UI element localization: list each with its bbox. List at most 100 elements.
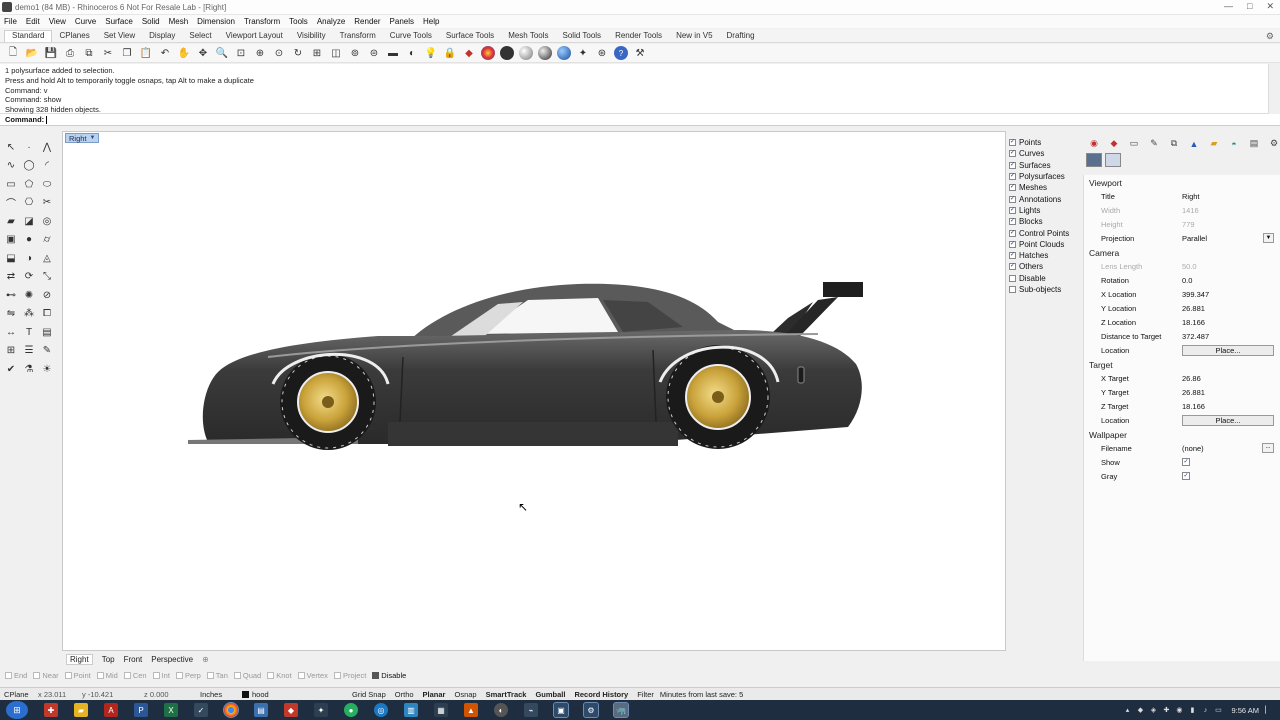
tray-icon[interactable]: ◈	[1149, 706, 1157, 714]
zoom-selected-icon[interactable]: ⊙	[272, 46, 286, 60]
set-view-icon[interactable]: ⊚	[348, 46, 362, 60]
tab-new-in-v5[interactable]: New in V5	[669, 31, 719, 42]
split-icon[interactable]: ⊘	[39, 287, 55, 303]
osnap-near[interactable]: Near	[33, 671, 59, 680]
osnap-end[interactable]: End	[5, 671, 27, 680]
fillet-curve-icon[interactable]: ⌒	[3, 195, 19, 211]
properties-icon[interactable]: ✎	[39, 343, 55, 359]
checkbox[interactable]: ✓	[1009, 252, 1016, 260]
clock[interactable]: 9:56 AM	[1231, 706, 1259, 715]
render-sphere-icon[interactable]	[557, 46, 571, 60]
options-icon[interactable]: ⚒	[633, 46, 647, 60]
taskbar-app10-icon[interactable]: ◐	[494, 703, 508, 717]
target-place-button[interactable]: Place...	[1182, 414, 1274, 426]
taskbar-rhino-icon[interactable]: 🦏	[613, 702, 629, 718]
minimize-button[interactable]: —	[1224, 1, 1233, 12]
taskbar-app7-icon[interactable]: ▥	[404, 703, 418, 717]
taskbar-app4-icon[interactable]: ✦	[314, 703, 328, 717]
new-file-icon[interactable]: 🗋	[6, 46, 20, 60]
checkbox[interactable]: ✓	[1009, 218, 1016, 226]
material-panel-icon[interactable]: ◆	[1108, 138, 1120, 150]
taskbar-app8-icon[interactable]: ▦	[434, 703, 448, 717]
checkbox[interactable]	[5, 671, 12, 679]
ellipse-icon[interactable]: ⬭	[39, 176, 55, 192]
array-icon[interactable]: ⁂	[21, 306, 37, 322]
menu-view[interactable]: View	[49, 17, 66, 26]
lights-panel-icon[interactable]: ▲	[1188, 138, 1200, 150]
sphere-solid-icon[interactable]: ●	[21, 232, 37, 248]
layers-panel-icon[interactable]: ⧉	[1168, 138, 1180, 150]
visibility-item-blocks[interactable]: ✓ Blocks	[1009, 216, 1083, 227]
move-icon[interactable]: ✥	[196, 46, 210, 60]
taskbar-notepad-icon[interactable]: ▤	[254, 703, 268, 717]
tab-mesh-tools[interactable]: Mesh Tools	[501, 31, 555, 42]
zoom-window-icon[interactable]: ⊡	[234, 46, 248, 60]
wireframe-sphere-icon[interactable]	[500, 46, 514, 60]
osnap-knot[interactable]: Knot	[267, 671, 292, 680]
light-bulb-icon[interactable]: 💡	[424, 46, 438, 60]
undo-icon[interactable]: ↶	[158, 46, 172, 60]
help-icon[interactable]: ?	[614, 46, 628, 60]
select-all-icon[interactable]: ▬	[386, 46, 400, 60]
osnap-cen[interactable]: Cen	[123, 671, 147, 680]
folder-panel-icon[interactable]: ▰	[1208, 138, 1220, 150]
projection-select[interactable]: Parallel ▼	[1182, 233, 1274, 244]
gray-checkbox[interactable]: ✓	[1182, 472, 1190, 480]
osnap-int[interactable]: Int	[152, 671, 170, 680]
osnap-quad[interactable]: Quad	[233, 671, 261, 680]
open-file-icon[interactable]: 📂	[25, 46, 39, 60]
checkbox[interactable]	[233, 671, 241, 679]
visibility-item-points[interactable]: ✓ Points	[1009, 137, 1083, 148]
filename-field[interactable]: (none)...	[1182, 443, 1274, 453]
mirror-icon[interactable]: ⇋	[3, 306, 19, 322]
checkbox[interactable]	[64, 671, 72, 679]
visibility-item-others[interactable]: ✓ Others	[1009, 261, 1083, 272]
grid-icon[interactable]: ⊞	[3, 343, 19, 359]
menu-panels[interactable]: Panels	[390, 17, 414, 26]
group-icon[interactable]: ⧠	[39, 306, 55, 322]
osnap-project[interactable]: Project	[333, 671, 366, 680]
checkbox[interactable]: ✓	[1009, 195, 1016, 203]
osnap-mid[interactable]: Mid	[96, 671, 118, 680]
join-icon[interactable]: ⊷	[3, 287, 19, 303]
command-history-scrollbar[interactable]	[1268, 64, 1280, 114]
add-viewport-tab-icon[interactable]: ⊕	[202, 655, 209, 664]
zoom-extents-icon[interactable]: ⊕	[253, 46, 267, 60]
visibility-item-polysurfaces[interactable]: ✓ Polysurfaces	[1009, 171, 1083, 182]
analysis-icon[interactable]: ⊛	[595, 46, 609, 60]
menu-surface[interactable]: Surface	[105, 17, 133, 26]
tab-curve-tools[interactable]: Curve Tools	[383, 31, 439, 42]
planar-toggle[interactable]: Planar	[423, 690, 446, 699]
osnap-toggle[interactable]: Osnap	[454, 690, 476, 699]
smarttrack-toggle[interactable]: SmartTrack	[486, 690, 527, 699]
taskbar-app11-icon[interactable]: ⌁	[524, 703, 538, 717]
taskbar-publisher-icon[interactable]: P	[134, 703, 148, 717]
command-line[interactable]: Command:	[0, 114, 1280, 126]
close-button[interactable]: ✕	[1266, 1, 1274, 12]
filter-toggle[interactable]: Filter	[637, 690, 654, 699]
checkbox[interactable]	[1009, 274, 1016, 282]
tab-viewport-layout[interactable]: Viewport Layout	[219, 31, 290, 42]
rectangle-icon[interactable]: ▭	[3, 176, 19, 192]
taskbar-app9-icon[interactable]: ▲	[464, 703, 478, 717]
x-target-field[interactable]: 26.86	[1182, 374, 1274, 383]
checkbox[interactable]	[123, 671, 131, 679]
tab-surface-tools[interactable]: Surface Tools	[439, 31, 501, 42]
tab-set-view[interactable]: Set View	[97, 31, 142, 42]
tab-render-tools[interactable]: Render Tools	[608, 31, 669, 42]
settings-panel-icon[interactable]: ⚙	[1268, 138, 1280, 150]
trim-icon[interactable]: ✂	[39, 195, 55, 211]
tab-cplanes[interactable]: CPlanes	[52, 31, 96, 42]
dimension-icon[interactable]: ↔	[3, 324, 19, 340]
hatch-icon[interactable]: ▤	[39, 324, 55, 340]
checkbox[interactable]	[1009, 286, 1016, 293]
viewport-right[interactable]: Right ▼ ↖	[62, 131, 1006, 651]
menu-dimension[interactable]: Dimension	[197, 17, 235, 26]
taskbar-app12-icon[interactable]: ▣	[553, 702, 569, 718]
taskbar-app13-icon[interactable]: ⚙	[583, 702, 599, 718]
mesh-icon[interactable]: ◬	[39, 250, 55, 266]
boolean-icon[interactable]: ◑	[21, 250, 37, 266]
checkbox[interactable]: ✓	[1009, 206, 1016, 214]
ortho-toggle[interactable]: Ortho	[395, 690, 414, 699]
tray-icon[interactable]: ◆	[1136, 706, 1144, 714]
